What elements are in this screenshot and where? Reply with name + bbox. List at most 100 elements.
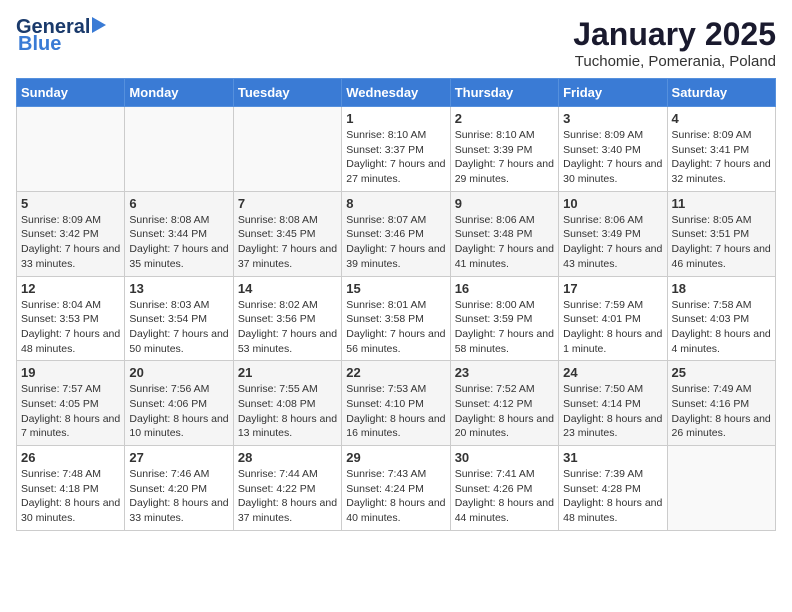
calendar-week-row: 19 Sunrise: 7:57 AM Sunset: 4:05 PM Dayli…: [17, 361, 776, 446]
day-info: Sunrise: 8:09 AM Sunset: 3:40 PM Dayligh…: [563, 128, 662, 187]
day-number: 22: [346, 365, 445, 380]
day-info: Sunrise: 7:55 AM Sunset: 4:08 PM Dayligh…: [238, 382, 337, 441]
table-row: 18 Sunrise: 7:58 AM Sunset: 4:03 PM Dayli…: [667, 276, 775, 361]
table-row: 15 Sunrise: 8:01 AM Sunset: 3:58 PM Dayli…: [342, 276, 450, 361]
day-number: 21: [238, 365, 337, 380]
calendar-header-row: Sunday Monday Tuesday Wednesday Thursday…: [17, 79, 776, 107]
table-row: 5Sunrise: 8:09 AM Sunset: 3:42 PM Daylig…: [17, 191, 125, 276]
table-row: 26 Sunrise: 7:48 AM Sunset: 4:18 PM Dayli…: [17, 446, 125, 531]
table-row: 29Sunrise: 7:43 AM Sunset: 4:24 PM Dayli…: [342, 446, 450, 531]
day-info: Sunrise: 7:41 AM Sunset: 4:26 PM Dayligh…: [455, 467, 554, 526]
table-row: [17, 107, 125, 192]
day-info: Sunrise: 7:49 AM Sunset: 4:16 PM Dayligh…: [672, 382, 771, 441]
day-number: 14: [238, 281, 337, 296]
day-info: Sunrise: 8:02 AM Sunset: 3:56 PM Dayligh…: [238, 298, 337, 357]
day-number: 8: [346, 196, 445, 211]
day-number: 3: [563, 111, 662, 126]
day-info: Sunrise: 7:48 AM Sunset: 4:18 PM Dayligh…: [21, 467, 120, 526]
day-info: Sunrise: 7:53 AM Sunset: 4:10 PM Dayligh…: [346, 382, 445, 441]
col-tuesday: Tuesday: [233, 79, 341, 107]
table-row: 9 Sunrise: 8:06 AM Sunset: 3:48 PM Daylig…: [450, 191, 558, 276]
day-number: 18: [672, 281, 771, 296]
table-row: 17 Sunrise: 7:59 AM Sunset: 4:01 PM Dayli…: [559, 276, 667, 361]
day-number: 30: [455, 450, 554, 465]
day-number: 9: [455, 196, 554, 211]
day-info: Sunrise: 7:50 AM Sunset: 4:14 PM Dayligh…: [563, 382, 662, 441]
day-info: Sunrise: 7:52 AM Sunset: 4:12 PM Dayligh…: [455, 382, 554, 441]
day-number: 4: [672, 111, 771, 126]
day-info: Sunrise: 8:10 AM Sunset: 3:39 PM Dayligh…: [455, 128, 554, 187]
calendar-table: Sunday Monday Tuesday Wednesday Thursday…: [16, 78, 776, 531]
calendar-week-row: 12 Sunrise: 8:04 AM Sunset: 3:53 PM Dayli…: [17, 276, 776, 361]
table-row: 30 Sunrise: 7:41 AM Sunset: 4:26 PM Dayli…: [450, 446, 558, 531]
table-row: 28Sunrise: 7:44 AM Sunset: 4:22 PM Dayli…: [233, 446, 341, 531]
day-number: 16: [455, 281, 554, 296]
day-number: 1: [346, 111, 445, 126]
day-number: 12: [21, 281, 120, 296]
page-title: January 2025: [573, 16, 776, 53]
day-info: Sunrise: 7:58 AM Sunset: 4:03 PM Dayligh…: [672, 298, 771, 357]
day-info: Sunrise: 7:46 AM Sunset: 4:20 PM Dayligh…: [129, 467, 228, 526]
day-info: Sunrise: 8:01 AM Sunset: 3:58 PM Dayligh…: [346, 298, 445, 357]
day-number: 27: [129, 450, 228, 465]
page-subtitle: Tuchomie, Pomerania, Poland: [573, 53, 776, 70]
table-row: 3 Sunrise: 8:09 AM Sunset: 3:40 PM Daylig…: [559, 107, 667, 192]
logo-arrow-icon: [92, 17, 114, 33]
col-thursday: Thursday: [450, 79, 558, 107]
day-info: Sunrise: 7:56 AM Sunset: 4:06 PM Dayligh…: [129, 382, 228, 441]
day-info: Sunrise: 8:08 AM Sunset: 3:44 PM Dayligh…: [129, 213, 228, 272]
table-row: [233, 107, 341, 192]
calendar-week-row: 5Sunrise: 8:09 AM Sunset: 3:42 PM Daylig…: [17, 191, 776, 276]
day-number: 7: [238, 196, 337, 211]
table-row: 6 Sunrise: 8:08 AM Sunset: 3:44 PM Daylig…: [125, 191, 233, 276]
day-info: Sunrise: 7:39 AM Sunset: 4:28 PM Dayligh…: [563, 467, 662, 526]
calendar-week-row: 1Sunrise: 8:10 AM Sunset: 3:37 PM Daylig…: [17, 107, 776, 192]
table-row: 21 Sunrise: 7:55 AM Sunset: 4:08 PM Dayli…: [233, 361, 341, 446]
day-info: Sunrise: 7:59 AM Sunset: 4:01 PM Dayligh…: [563, 298, 662, 357]
day-info: Sunrise: 8:05 AM Sunset: 3:51 PM Dayligh…: [672, 213, 771, 272]
table-row: 27 Sunrise: 7:46 AM Sunset: 4:20 PM Dayli…: [125, 446, 233, 531]
table-row: 1Sunrise: 8:10 AM Sunset: 3:37 PM Daylig…: [342, 107, 450, 192]
day-info: Sunrise: 8:06 AM Sunset: 3:48 PM Dayligh…: [455, 213, 554, 272]
logo-blue-text: Blue: [18, 33, 61, 56]
day-number: 5: [21, 196, 120, 211]
table-row: 2 Sunrise: 8:10 AM Sunset: 3:39 PM Daylig…: [450, 107, 558, 192]
day-info: Sunrise: 8:00 AM Sunset: 3:59 PM Dayligh…: [455, 298, 554, 357]
day-number: 6: [129, 196, 228, 211]
day-info: Sunrise: 8:08 AM Sunset: 3:45 PM Dayligh…: [238, 213, 337, 272]
day-number: 15: [346, 281, 445, 296]
col-friday: Friday: [559, 79, 667, 107]
day-info: Sunrise: 8:06 AM Sunset: 3:49 PM Dayligh…: [563, 213, 662, 272]
day-info: Sunrise: 8:04 AM Sunset: 3:53 PM Dayligh…: [21, 298, 120, 357]
day-info: Sunrise: 8:03 AM Sunset: 3:54 PM Dayligh…: [129, 298, 228, 357]
table-row: 7 Sunrise: 8:08 AM Sunset: 3:45 PM Daylig…: [233, 191, 341, 276]
calendar-week-row: 26 Sunrise: 7:48 AM Sunset: 4:18 PM Dayli…: [17, 446, 776, 531]
title-block: January 2025 Tuchomie, Pomerania, Poland: [573, 16, 776, 70]
table-row: 8 Sunrise: 8:07 AM Sunset: 3:46 PM Daylig…: [342, 191, 450, 276]
table-row: 23 Sunrise: 7:52 AM Sunset: 4:12 PM Dayli…: [450, 361, 558, 446]
col-sunday: Sunday: [17, 79, 125, 107]
col-saturday: Saturday: [667, 79, 775, 107]
table-row: 19 Sunrise: 7:57 AM Sunset: 4:05 PM Dayli…: [17, 361, 125, 446]
day-number: 23: [455, 365, 554, 380]
day-number: 20: [129, 365, 228, 380]
table-row: 31 Sunrise: 7:39 AM Sunset: 4:28 PM Dayli…: [559, 446, 667, 531]
day-info: Sunrise: 7:43 AM Sunset: 4:24 PM Dayligh…: [346, 467, 445, 526]
day-number: 25: [672, 365, 771, 380]
day-info: Sunrise: 8:07 AM Sunset: 3:46 PM Dayligh…: [346, 213, 445, 272]
day-number: 28: [238, 450, 337, 465]
day-number: 19: [21, 365, 120, 380]
table-row: 10 Sunrise: 8:06 AM Sunset: 3:49 PM Dayli…: [559, 191, 667, 276]
table-row: [125, 107, 233, 192]
table-row: 11Sunrise: 8:05 AM Sunset: 3:51 PM Dayli…: [667, 191, 775, 276]
page-header: General Blue January 2025 Tuchomie, Pome…: [16, 16, 776, 70]
logo: General Blue: [16, 16, 114, 56]
table-row: 22 Sunrise: 7:53 AM Sunset: 4:10 PM Dayli…: [342, 361, 450, 446]
table-row: 25 Sunrise: 7:49 AM Sunset: 4:16 PM Dayli…: [667, 361, 775, 446]
day-info: Sunrise: 7:57 AM Sunset: 4:05 PM Dayligh…: [21, 382, 120, 441]
day-number: 17: [563, 281, 662, 296]
day-number: 31: [563, 450, 662, 465]
day-number: 2: [455, 111, 554, 126]
day-number: 26: [21, 450, 120, 465]
day-number: 10: [563, 196, 662, 211]
